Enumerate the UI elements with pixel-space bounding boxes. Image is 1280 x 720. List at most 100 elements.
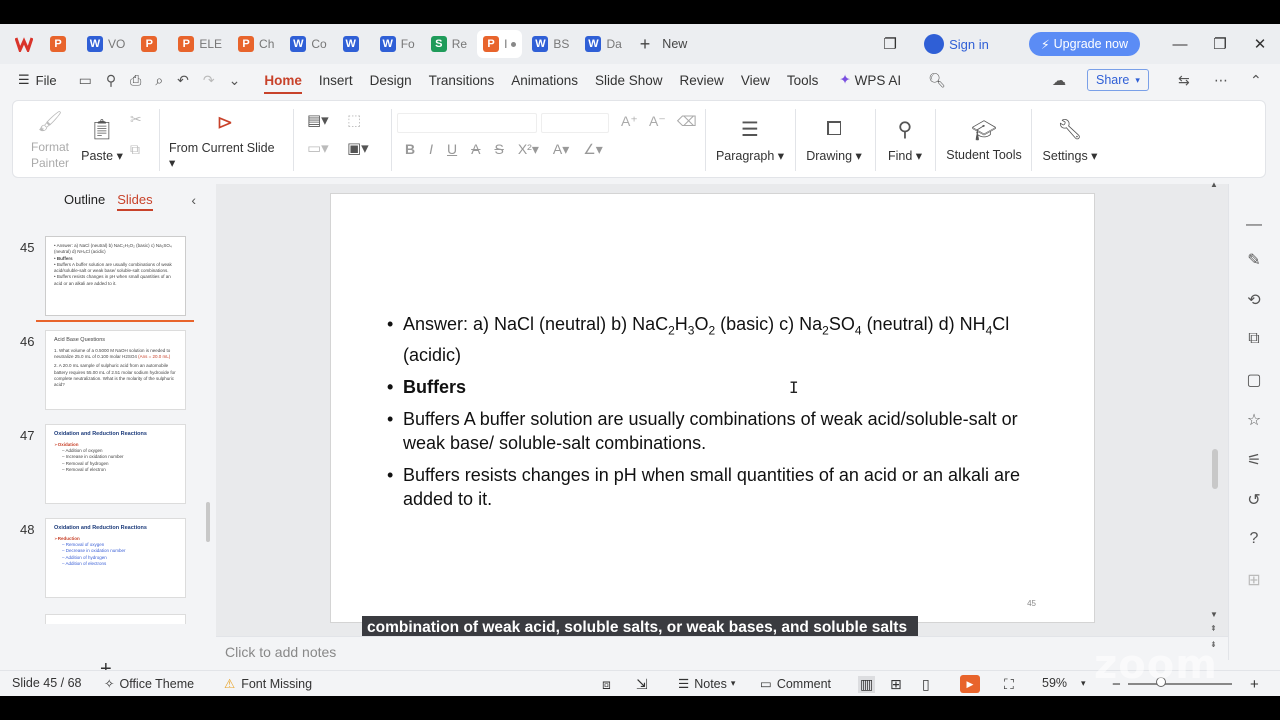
sign-in-button[interactable]: Sign in <box>924 34 989 54</box>
restore-button[interactable]: ❐ <box>1200 35 1240 53</box>
save-icon[interactable]: ▭ <box>79 72 92 89</box>
star-icon[interactable]: ☆ <box>1243 410 1265 430</box>
tab-outline[interactable]: Outline <box>64 192 105 211</box>
close-window-button[interactable]: ✕ <box>1240 35 1280 53</box>
copy-layout-icon[interactable]: ⧉ <box>1243 330 1265 348</box>
tab-slides[interactable]: Slides <box>117 192 153 211</box>
history-icon[interactable]: ↺ <box>1243 490 1265 510</box>
current-slide[interactable]: Answer: a) NaCl (neutral) b) NaC2H3O2 (b… <box>330 193 1095 623</box>
upgrade-button[interactable]: ⚡ Upgrade now <box>1028 32 1140 56</box>
scroll-thumb[interactable] <box>1212 449 1218 489</box>
print-icon[interactable]: ⎙ <box>130 72 141 89</box>
copy-icon[interactable]: ⧉ <box>130 141 140 158</box>
transform-icon[interactable]: ⟲ <box>1243 290 1265 310</box>
slide-layout-icon[interactable]: ▣▾ <box>347 139 369 157</box>
slide-thumbnail-45[interactable]: • Answer: a) NaCl (neutral) b) NaC₂H₃O₂ … <box>45 236 186 316</box>
find-button[interactable]: ⚲ Find ▾ <box>883 101 927 179</box>
slide-thumbnail-46[interactable]: Acid Base Questions 1. What volume of a … <box>45 330 186 410</box>
comment-toggle[interactable]: ▭ Comment <box>760 676 831 692</box>
zoom-level[interactable]: 59% ▾ <box>1042 676 1086 690</box>
cloud-icon[interactable]: ☁ <box>1052 72 1066 89</box>
document-tab[interactable]: W Da <box>579 30 627 58</box>
undo-icon[interactable]: ↶ <box>177 72 189 89</box>
format-painter-button[interactable]: 🖌︎ Format Painter <box>23 101 77 179</box>
slide-thumbnail-48[interactable]: Oxidation and Reduction Reactions ➢Reduc… <box>45 518 186 598</box>
reading-view-icon[interactable]: ▯ <box>922 676 930 693</box>
apps-grid-icon[interactable]: ⊞ <box>1243 570 1265 590</box>
slide-thumbnail-49[interactable] <box>45 614 186 624</box>
bold-icon[interactable]: B <box>405 141 415 158</box>
superscript-icon[interactable]: X²▾ <box>518 141 539 158</box>
drawing-button[interactable]: ⧠ Drawing ▾ <box>803 101 865 179</box>
close-tab-icon[interactable] <box>511 41 517 47</box>
wps-logo-icon[interactable] <box>14 34 34 54</box>
share-link-icon[interactable]: ⚲ <box>106 72 116 89</box>
paste-button[interactable]: 📋︎ Paste ▾ <box>81 101 123 179</box>
document-tab[interactable]: P <box>44 30 77 58</box>
font-size-select[interactable] <box>541 113 609 133</box>
notes-pane[interactable]: Click to add notes <box>216 636 1228 666</box>
scroll-up-icon[interactable]: ▲ <box>1210 180 1218 189</box>
slide-bullet-list[interactable]: Answer: a) NaCl (neutral) b) NaC2H3O2 (b… <box>387 312 1027 519</box>
document-tab[interactable]: W Fo <box>374 30 421 58</box>
menu-view[interactable]: View <box>741 64 770 96</box>
collapse-ribbon-icon[interactable]: ⌃ <box>1250 72 1262 89</box>
document-tab[interactable]: W BS <box>526 30 575 58</box>
increase-font-icon[interactable]: A⁺ <box>621 113 638 130</box>
strike-s-icon[interactable]: S <box>494 141 503 158</box>
collapse-panel-icon[interactable]: ‹ <box>191 192 196 208</box>
wps-ai-menu[interactable]: ✦ WPS AI <box>839 64 901 96</box>
document-tab[interactable]: P <box>135 30 168 58</box>
menu-slide-show[interactable]: Slide Show <box>595 64 663 96</box>
new-tab-button[interactable]: + New <box>640 34 688 55</box>
from-current-slide-button[interactable]: ⊳ From Current Slide ▾ <box>169 101 281 179</box>
menu-insert[interactable]: Insert <box>319 64 353 96</box>
comment-icon[interactable]: ▢ <box>1243 370 1265 390</box>
fit-icon[interactable]: ⧈ <box>602 676 611 693</box>
menu-animations[interactable]: Animations <box>511 64 578 96</box>
document-tab[interactable]: P Ch <box>232 30 280 58</box>
document-tab[interactable]: W Co <box>284 30 332 58</box>
prev-slide-icon[interactable]: ⇞ <box>1210 624 1217 633</box>
document-tab[interactable]: PI <box>477 30 523 58</box>
share-button[interactable]: Share ▾ <box>1087 69 1149 91</box>
minimize-button[interactable]: — <box>1160 36 1200 53</box>
reset-slide-icon[interactable]: ⬚ <box>347 111 361 129</box>
export-icon[interactable]: ⇲ <box>636 676 648 693</box>
italic-icon[interactable]: I <box>429 141 433 158</box>
slide-sorter-icon[interactable]: ⊞ <box>890 676 902 693</box>
collapse-sidebar-icon[interactable]: — <box>1243 216 1265 234</box>
cut-icon[interactable]: ✂ <box>130 111 142 128</box>
print-preview-icon[interactable]: ⌕ <box>155 72 163 89</box>
more-quick-access-icon[interactable]: ⌄ <box>229 72 241 89</box>
tile-windows-icon[interactable]: ❐ <box>870 35 910 53</box>
menu-transitions[interactable]: Transitions <box>429 64 495 96</box>
help-icon[interactable]: ? <box>1243 530 1265 548</box>
paragraph-button[interactable]: ☰ Paragraph ▾ <box>713 101 787 179</box>
menu-design[interactable]: Design <box>370 64 412 96</box>
layout-icon[interactable]: ⇆ <box>1178 72 1190 89</box>
search-icon[interactable]: 🔍︎ <box>928 72 946 89</box>
document-tab[interactable]: S Re <box>425 30 473 58</box>
menu-review[interactable]: Review <box>680 64 724 96</box>
more-options-icon[interactable]: ⋯ <box>1214 72 1228 89</box>
file-menu[interactable]: ☰ File <box>18 72 57 88</box>
slide-vertical-scrollbar[interactable]: ▲ ▼ ⇞ ⇟ <box>1206 180 1224 660</box>
scroll-down-icon[interactable]: ▼ <box>1210 610 1218 619</box>
menu-home[interactable]: Home <box>264 64 302 96</box>
slideshow-play-button[interactable]: ▶ <box>960 675 980 693</box>
student-tools-button[interactable]: 🎓︎ Student Tools <box>943 101 1025 179</box>
underline-icon[interactable]: U <box>447 141 457 158</box>
new-slide-layout-icon[interactable]: ▤▾ <box>307 111 329 129</box>
font-missing-indicator[interactable]: ⚠ Font Missing <box>224 676 312 692</box>
settings-button[interactable]: 🔧︎ Settings ▾ <box>1039 101 1101 179</box>
notes-toggle[interactable]: ☰ Notes ▾ <box>678 676 735 692</box>
menu-tools[interactable]: Tools <box>787 64 819 96</box>
strikethrough-icon[interactable]: A <box>471 141 480 158</box>
document-tab[interactable]: P ELE <box>172 30 228 58</box>
panel-scrollbar[interactable] <box>206 502 210 542</box>
font-color-icon[interactable]: A▾ <box>553 141 569 158</box>
section-icon[interactable]: ▭▾ <box>307 139 329 157</box>
slide-thumbnail-47[interactable]: Oxidation and Reduction Reactions ➢Oxida… <box>45 424 186 504</box>
font-name-select[interactable] <box>397 113 537 133</box>
